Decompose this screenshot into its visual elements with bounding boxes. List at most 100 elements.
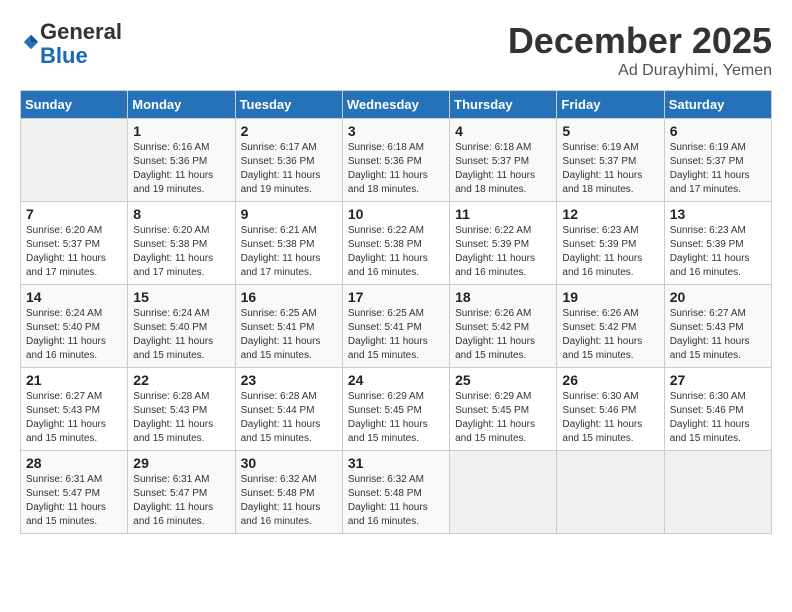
calendar-day-cell: 3 Sunrise: 6:18 AMSunset: 5:36 PMDaylight…: [342, 119, 449, 202]
calendar-day-cell: 13 Sunrise: 6:23 AMSunset: 5:39 PMDayligh…: [664, 202, 771, 285]
calendar-day-cell: 15 Sunrise: 6:24 AMSunset: 5:40 PMDayligh…: [128, 285, 235, 368]
day-info: Sunrise: 6:29 AMSunset: 5:45 PMDaylight:…: [348, 390, 444, 446]
day-number: 28: [26, 455, 122, 471]
day-number: 10: [348, 206, 444, 222]
day-number: 7: [26, 206, 122, 222]
month-title: December 2025: [508, 20, 772, 62]
day-number: 12: [562, 206, 658, 222]
calendar-day-cell: 28 Sunrise: 6:31 AMSunset: 5:47 PMDayligh…: [21, 451, 128, 534]
day-info: Sunrise: 6:28 AMSunset: 5:43 PMDaylight:…: [133, 390, 229, 446]
calendar-day-cell: 2 Sunrise: 6:17 AMSunset: 5:36 PMDaylight…: [235, 119, 342, 202]
day-info: Sunrise: 6:23 AMSunset: 5:39 PMDaylight:…: [670, 224, 766, 280]
weekday-header: Sunday: [21, 91, 128, 119]
day-number: 18: [455, 289, 551, 305]
calendar-day-cell: 11Sunrise: 6:22 AMSunset: 5:39 PMDayligh…: [450, 202, 557, 285]
calendar-day-cell: 26Sunrise: 6:30 AMSunset: 5:46 PMDayligh…: [557, 368, 664, 451]
calendar-day-cell: 10 Sunrise: 6:22 AMSunset: 5:38 PMDayligh…: [342, 202, 449, 285]
calendar-day-cell: [450, 451, 557, 534]
day-info: Sunrise: 6:30 AMSunset: 5:46 PMDaylight:…: [562, 390, 658, 446]
calendar-day-cell: 19 Sunrise: 6:26 AMSunset: 5:42 PMDayligh…: [557, 285, 664, 368]
day-number: 11: [455, 206, 551, 222]
calendar-day-cell: 20 Sunrise: 6:27 AMSunset: 5:43 PMDayligh…: [664, 285, 771, 368]
calendar-day-cell: 16 Sunrise: 6:25 AMSunset: 5:41 PMDayligh…: [235, 285, 342, 368]
day-number: 24: [348, 372, 444, 388]
day-number: 5: [562, 123, 658, 139]
day-number: 2: [241, 123, 337, 139]
day-info: Sunrise: 6:25 AMSunset: 5:41 PMDaylight:…: [348, 307, 444, 363]
day-info: Sunrise: 6:30 AMSunset: 5:46 PMDaylight:…: [670, 390, 766, 446]
logo-icon: [22, 33, 40, 51]
calendar-day-cell: 27 Sunrise: 6:30 AMSunset: 5:46 PMDayligh…: [664, 368, 771, 451]
day-number: 23: [241, 372, 337, 388]
day-info: Sunrise: 6:22 AMSunset: 5:38 PMDaylight:…: [348, 224, 444, 280]
weekday-header: Saturday: [664, 91, 771, 119]
calendar-day-cell: 14 Sunrise: 6:24 AMSunset: 5:40 PMDayligh…: [21, 285, 128, 368]
calendar-day-cell: [664, 451, 771, 534]
day-number: 21: [26, 372, 122, 388]
calendar-week-row: 21 Sunrise: 6:27 AMSunset: 5:43 PMDayligh…: [21, 368, 772, 451]
day-info: Sunrise: 6:16 AMSunset: 5:36 PMDaylight:…: [133, 141, 229, 197]
day-number: 29: [133, 455, 229, 471]
logo: General Blue: [20, 20, 122, 68]
calendar-table: SundayMondayTuesdayWednesdayThursdayFrid…: [20, 90, 772, 534]
day-number: 13: [670, 206, 766, 222]
calendar-day-cell: 30Sunrise: 6:32 AMSunset: 5:48 PMDayligh…: [235, 451, 342, 534]
calendar-week-row: 1 Sunrise: 6:16 AMSunset: 5:36 PMDaylight…: [21, 119, 772, 202]
weekday-header: Friday: [557, 91, 664, 119]
weekday-header: Monday: [128, 91, 235, 119]
weekday-header-row: SundayMondayTuesdayWednesdayThursdayFrid…: [21, 91, 772, 119]
calendar-day-cell: 18 Sunrise: 6:26 AMSunset: 5:42 PMDayligh…: [450, 285, 557, 368]
calendar-day-cell: 17Sunrise: 6:25 AMSunset: 5:41 PMDayligh…: [342, 285, 449, 368]
calendar-day-cell: 12 Sunrise: 6:23 AMSunset: 5:39 PMDayligh…: [557, 202, 664, 285]
calendar-day-cell: [557, 451, 664, 534]
day-info: Sunrise: 6:20 AMSunset: 5:38 PMDaylight:…: [133, 224, 229, 280]
day-info: Sunrise: 6:17 AMSunset: 5:36 PMDaylight:…: [241, 141, 337, 197]
day-number: 14: [26, 289, 122, 305]
day-info: Sunrise: 6:32 AMSunset: 5:48 PMDaylight:…: [348, 473, 444, 529]
day-number: 25: [455, 372, 551, 388]
day-number: 1: [133, 123, 229, 139]
calendar-day-cell: 22 Sunrise: 6:28 AMSunset: 5:43 PMDayligh…: [128, 368, 235, 451]
day-number: 15: [133, 289, 229, 305]
day-info: Sunrise: 6:24 AMSunset: 5:40 PMDaylight:…: [26, 307, 122, 363]
logo-blue-text: Blue: [40, 43, 88, 68]
calendar-day-cell: 4Sunrise: 6:18 AMSunset: 5:37 PMDaylight…: [450, 119, 557, 202]
day-info: Sunrise: 6:18 AMSunset: 5:37 PMDaylight:…: [455, 141, 551, 197]
page-header: General Blue December 2025 Ad Durayhimi,…: [20, 20, 772, 80]
day-info: Sunrise: 6:28 AMSunset: 5:44 PMDaylight:…: [241, 390, 337, 446]
day-info: Sunrise: 6:27 AMSunset: 5:43 PMDaylight:…: [26, 390, 122, 446]
calendar-day-cell: 24 Sunrise: 6:29 AMSunset: 5:45 PMDayligh…: [342, 368, 449, 451]
day-number: 9: [241, 206, 337, 222]
day-number: 3: [348, 123, 444, 139]
title-block: December 2025 Ad Durayhimi, Yemen: [508, 20, 772, 80]
calendar-day-cell: 23 Sunrise: 6:28 AMSunset: 5:44 PMDayligh…: [235, 368, 342, 451]
day-number: 19: [562, 289, 658, 305]
calendar-week-row: 14 Sunrise: 6:24 AMSunset: 5:40 PMDayligh…: [21, 285, 772, 368]
day-info: Sunrise: 6:25 AMSunset: 5:41 PMDaylight:…: [241, 307, 337, 363]
day-info: Sunrise: 6:26 AMSunset: 5:42 PMDaylight:…: [562, 307, 658, 363]
calendar-day-cell: 1 Sunrise: 6:16 AMSunset: 5:36 PMDaylight…: [128, 119, 235, 202]
day-info: Sunrise: 6:26 AMSunset: 5:42 PMDaylight:…: [455, 307, 551, 363]
weekday-header: Wednesday: [342, 91, 449, 119]
calendar-day-cell: 29Sunrise: 6:31 AMSunset: 5:47 PMDayligh…: [128, 451, 235, 534]
day-info: Sunrise: 6:18 AMSunset: 5:36 PMDaylight:…: [348, 141, 444, 197]
day-info: Sunrise: 6:29 AMSunset: 5:45 PMDaylight:…: [455, 390, 551, 446]
location-subtitle: Ad Durayhimi, Yemen: [508, 62, 772, 80]
day-info: Sunrise: 6:20 AMSunset: 5:37 PMDaylight:…: [26, 224, 122, 280]
calendar-week-row: 28 Sunrise: 6:31 AMSunset: 5:47 PMDayligh…: [21, 451, 772, 534]
day-number: 6: [670, 123, 766, 139]
day-number: 20: [670, 289, 766, 305]
day-number: 27: [670, 372, 766, 388]
calendar-day-cell: 21 Sunrise: 6:27 AMSunset: 5:43 PMDayligh…: [21, 368, 128, 451]
day-number: 31: [348, 455, 444, 471]
day-number: 22: [133, 372, 229, 388]
calendar-day-cell: 25 Sunrise: 6:29 AMSunset: 5:45 PMDayligh…: [450, 368, 557, 451]
calendar-day-cell: 7 Sunrise: 6:20 AMSunset: 5:37 PMDaylight…: [21, 202, 128, 285]
day-info: Sunrise: 6:31 AMSunset: 5:47 PMDaylight:…: [26, 473, 122, 529]
day-info: Sunrise: 6:24 AMSunset: 5:40 PMDaylight:…: [133, 307, 229, 363]
calendar-week-row: 7 Sunrise: 6:20 AMSunset: 5:37 PMDaylight…: [21, 202, 772, 285]
day-info: Sunrise: 6:21 AMSunset: 5:38 PMDaylight:…: [241, 224, 337, 280]
day-info: Sunrise: 6:23 AMSunset: 5:39 PMDaylight:…: [562, 224, 658, 280]
day-info: Sunrise: 6:27 AMSunset: 5:43 PMDaylight:…: [670, 307, 766, 363]
day-number: 16: [241, 289, 337, 305]
